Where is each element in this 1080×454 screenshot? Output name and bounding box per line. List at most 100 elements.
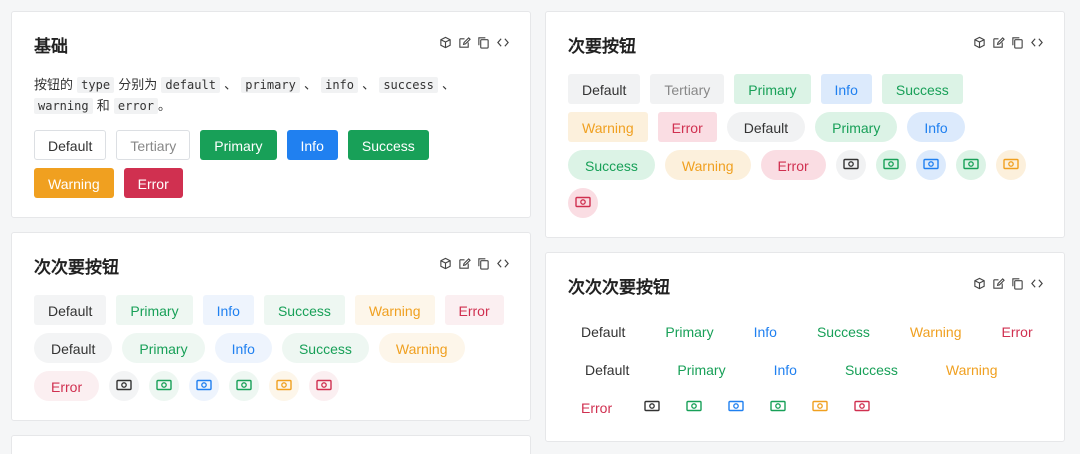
warning-button[interactable]: Warning <box>897 316 975 346</box>
warning-button[interactable]: Warning <box>354 295 435 325</box>
edit-icon[interactable] <box>458 257 471 270</box>
cube-icon[interactable] <box>439 36 452 49</box>
round-error-button[interactable]: Error <box>568 392 625 422</box>
text-info-icon-button[interactable] <box>721 392 751 422</box>
icon-button-group: Error <box>568 392 1048 422</box>
success-button[interactable]: Success <box>263 295 345 325</box>
primary-button[interactable]: Primary <box>116 295 193 325</box>
cube-icon[interactable] <box>973 36 986 49</box>
text-primary-icon-button[interactable] <box>679 392 709 422</box>
desc-sep: 、 <box>442 78 456 93</box>
circle-default-button[interactable] <box>109 371 140 401</box>
primary-button[interactable]: Primary <box>652 316 726 346</box>
circle-default-button[interactable] <box>835 150 866 180</box>
edit-icon[interactable] <box>458 36 471 49</box>
code-default: default <box>161 77 220 93</box>
error-button[interactable]: Error <box>123 168 183 198</box>
circle-success-button[interactable] <box>229 371 260 401</box>
code-error: error <box>113 98 158 114</box>
round-info-button[interactable]: Info <box>214 333 272 363</box>
circle-warning-button[interactable] <box>269 371 300 401</box>
circle-info-button[interactable] <box>915 150 946 180</box>
error-button[interactable]: Error <box>657 112 717 142</box>
code-warning: warning <box>34 98 93 114</box>
text-success-icon-button[interactable] <box>763 392 793 422</box>
cube-icon[interactable] <box>439 257 452 270</box>
primary-button[interactable]: Primary <box>200 130 277 160</box>
tertiary-button[interactable]: Tertiary <box>650 74 725 104</box>
money-icon <box>686 392 702 422</box>
desc-text: 和 <box>96 99 110 114</box>
round-info-button[interactable]: Info <box>907 112 965 142</box>
card-title: 次次要按钮 <box>34 258 119 278</box>
round-primary-button[interactable]: Primary <box>664 354 738 384</box>
code-icon[interactable] <box>1030 36 1044 49</box>
info-button[interactable]: Info <box>286 130 338 160</box>
circle-warning-button[interactable] <box>995 150 1026 180</box>
round-default-button[interactable]: Default <box>572 354 642 384</box>
code-icon[interactable] <box>496 36 510 49</box>
round-info-button[interactable]: Info <box>761 354 810 384</box>
cube-icon[interactable] <box>973 277 986 290</box>
round-primary-button[interactable]: Primary <box>815 112 898 142</box>
error-button[interactable]: Error <box>444 295 504 325</box>
money-icon <box>770 392 786 422</box>
desc-text: 分别为 <box>118 78 158 93</box>
circle-info-button[interactable] <box>189 371 220 401</box>
card-toolbar <box>439 36 510 49</box>
edit-icon[interactable] <box>992 277 1005 290</box>
edit-icon[interactable] <box>992 36 1005 49</box>
text-default-icon-button[interactable] <box>637 392 667 422</box>
card-title: 基础 <box>34 37 68 57</box>
code-type: type <box>77 77 115 93</box>
copy-icon[interactable] <box>1011 277 1024 290</box>
circle-primary-button[interactable] <box>149 371 180 401</box>
round-error-button[interactable]: Error <box>760 150 826 180</box>
success-button[interactable]: Success <box>347 130 429 160</box>
money-icon <box>644 392 660 422</box>
default-button[interactable]: Default <box>34 295 107 325</box>
circle-success-button[interactable] <box>955 150 986 180</box>
success-button[interactable]: Success <box>881 74 963 104</box>
success-button[interactable]: Success <box>804 316 883 346</box>
copy-icon[interactable] <box>477 257 490 270</box>
page: 基础 按钮的 type 分别为 default 、 primary 、 info… <box>0 0 1080 454</box>
card-basic: 基础 按钮的 type 分别为 default 、 primary 、 info… <box>11 11 531 218</box>
warning-button[interactable]: Warning <box>568 112 648 142</box>
info-button[interactable]: Info <box>820 74 872 104</box>
round-success-button[interactable]: Success <box>568 150 655 180</box>
copy-icon[interactable] <box>1011 36 1024 49</box>
default-button[interactable]: Default <box>568 74 641 104</box>
circle-primary-button[interactable] <box>875 150 906 180</box>
card-toolbar <box>439 257 510 270</box>
round-primary-button[interactable]: Primary <box>122 333 205 363</box>
circle-error-button[interactable] <box>568 188 598 218</box>
circle-error-button[interactable] <box>309 371 340 401</box>
tertiary-button[interactable]: Tertiary <box>116 130 191 160</box>
code-icon[interactable] <box>496 257 510 270</box>
warning-button[interactable]: Warning <box>34 168 114 198</box>
text-error-icon-button[interactable] <box>847 392 877 422</box>
code-success: success <box>379 77 438 93</box>
desc-text: 按钮的 <box>34 78 74 93</box>
round-warning-button[interactable]: Warning <box>933 354 1011 384</box>
error-button[interactable]: Error <box>989 316 1046 346</box>
default-button[interactable]: Default <box>34 130 107 160</box>
text-warning-icon-button[interactable] <box>805 392 835 422</box>
round-warning-button[interactable]: Warning <box>664 150 751 180</box>
round-default-button[interactable]: Default <box>34 333 113 363</box>
money-icon <box>842 150 859 180</box>
round-default-button[interactable]: Default <box>726 112 806 142</box>
default-button[interactable]: Default <box>568 316 638 346</box>
round-success-button[interactable]: Success <box>281 333 369 363</box>
money-icon <box>196 371 212 401</box>
primary-button[interactable]: Primary <box>734 74 811 104</box>
code-icon[interactable] <box>1030 277 1044 290</box>
round-error-button[interactable]: Error <box>34 371 100 401</box>
copy-icon[interactable] <box>477 36 490 49</box>
round-warning-button[interactable]: Warning <box>378 333 465 363</box>
desc-sep: 、 <box>303 78 317 93</box>
info-button[interactable]: Info <box>202 295 254 325</box>
info-button[interactable]: Info <box>741 316 790 346</box>
round-success-button[interactable]: Success <box>832 354 911 384</box>
